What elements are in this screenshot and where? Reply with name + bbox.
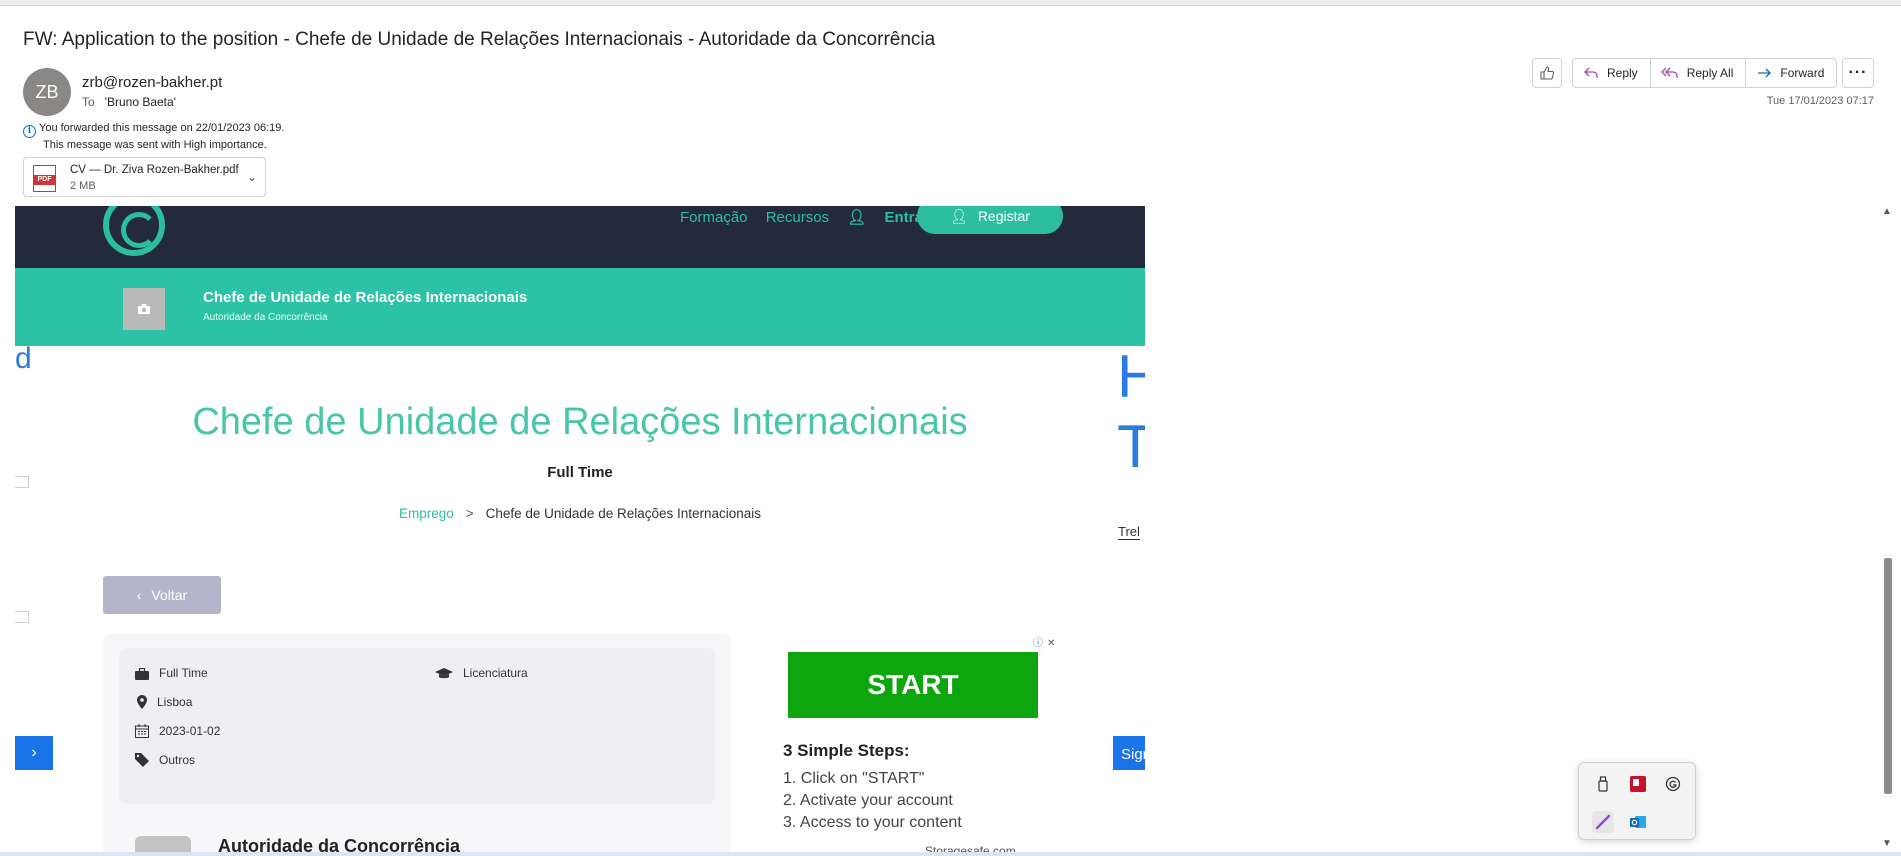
- chevron-right-icon: ›: [31, 744, 37, 761]
- side-widget-left-text: d: [15, 342, 32, 375]
- map-pin-icon: [137, 695, 147, 709]
- ad-step: 2. Activate your account: [783, 792, 953, 809]
- ad-start-button[interactable]: START: [788, 652, 1038, 718]
- attachment-card[interactable]: PDF CV — Dr. Ziva Rozen-Bakher.pdf 2 MB …: [23, 157, 266, 197]
- scroll-up-arrow[interactable]: ▲: [1882, 206, 1892, 217]
- chevron-left-icon: ‹: [136, 587, 142, 603]
- side-widget-left-next-button[interactable]: ›: [15, 736, 53, 770]
- window-top-edge: [0, 0, 1901, 6]
- pdf-app-icon[interactable]: [1627, 773, 1649, 795]
- breadcrumb-emprego[interactable]: Emprego: [399, 506, 454, 521]
- ad-title: 3 Simple Steps:: [783, 741, 910, 760]
- forward-info-text: You forwarded this message on 22/01/2023…: [39, 122, 285, 134]
- grammarly-icon[interactable]: [1662, 773, 1684, 795]
- side-widget-right-link[interactable]: Trel: [1118, 524, 1140, 540]
- pdf-file-icon: PDF: [33, 165, 56, 192]
- ad-step: 1. Click on "START": [783, 770, 925, 787]
- briefcase-icon: [135, 667, 149, 680]
- email-body: Formação Recursos 👤︎ Entrar 👤︎ Registar C…: [15, 206, 1145, 856]
- outlook-icon[interactable]: [1627, 811, 1649, 833]
- voltar-button[interactable]: ‹ Voltar: [103, 576, 221, 614]
- reply-all-icon: [1660, 67, 1678, 78]
- detail-education: Licenciatura: [435, 666, 528, 680]
- attachment-size: 2 MB: [70, 180, 96, 192]
- company-logo-placeholder: [123, 288, 165, 330]
- attachment-name: CV — Dr. Ziva Rozen-Bakher.pdf: [70, 164, 239, 176]
- more-options-button[interactable]: ···: [1842, 58, 1874, 88]
- nav-recursos[interactable]: Recursos: [766, 209, 829, 226]
- forward-button[interactable]: Forward: [1746, 59, 1836, 87]
- sender-avatar[interactable]: ZB: [23, 68, 71, 116]
- breadcrumb-current: Chefe de Unidade de Relações Internacion…: [485, 506, 762, 521]
- forward-icon: [1758, 68, 1772, 78]
- band-company: Autoridade da Concorrência: [203, 312, 328, 323]
- chevron-down-icon[interactable]: ⌄: [247, 170, 257, 184]
- ad-step: 3. Access to your content: [783, 814, 962, 831]
- detail-type: Full Time: [135, 666, 208, 680]
- job-title: Chefe de Unidade de Relações Internacion…: [192, 401, 968, 443]
- recipient-name[interactable]: 'Bruno Baeta': [105, 95, 176, 109]
- breadcrumb: Emprego > Chefe de Unidade de Relações Int…: [15, 506, 1145, 521]
- reply-icon: [1584, 67, 1598, 78]
- job-type: Full Time: [547, 464, 613, 481]
- pen-icon[interactable]: [1592, 811, 1614, 833]
- info-icon: i: [23, 125, 36, 138]
- recipient-row: To 'Bruno Baeta': [82, 95, 176, 109]
- detail-location: Lisboa: [137, 695, 192, 709]
- band-job-title: Chefe de Unidade de Relações Internacion…: [203, 289, 528, 306]
- received-date: Tue 17/01/2023 07:17: [1766, 95, 1874, 107]
- like-button[interactable]: [1532, 58, 1562, 88]
- registar-button[interactable]: 👤︎ Registar: [917, 206, 1063, 234]
- ad-close-icon[interactable]: ✕: [1047, 638, 1055, 649]
- usb-drive-icon[interactable]: [1592, 773, 1614, 795]
- tag-icon: [135, 753, 149, 767]
- camera-icon: [138, 304, 150, 314]
- sender-address[interactable]: zrb@rozen-bakher.pt: [82, 74, 222, 91]
- window-bottom-edge: [0, 852, 1901, 856]
- side-widget-left-checkbox[interactable]: [15, 611, 29, 623]
- detail-date: 2023-01-02: [135, 724, 220, 738]
- job-header-band: [15, 268, 1145, 346]
- calendar-icon: [135, 724, 149, 738]
- importance-info-text: This message was sent with High importan…: [43, 139, 267, 151]
- scrollbar-thumb[interactable]: [1884, 558, 1892, 794]
- ad-info-icon: ⓘ: [1033, 638, 1043, 649]
- user-icon: 👤︎: [847, 209, 867, 226]
- system-tray-overflow: [1578, 762, 1696, 840]
- reply-all-button[interactable]: Reply All: [1651, 59, 1747, 87]
- to-label: To: [82, 95, 95, 109]
- reply-button[interactable]: Reply: [1573, 59, 1651, 87]
- message-info: i You forwarded this message on 22/01/202…: [23, 121, 284, 152]
- email-subject: FW: Application to the position - Chefe …: [23, 29, 936, 50]
- side-widget-right-button[interactable]: Sign: [1113, 736, 1145, 770]
- scroll-down-arrow[interactable]: ▼: [1882, 838, 1892, 849]
- site-nav-links: Formação Recursos 👤︎ Entrar: [680, 208, 957, 226]
- detail-category: Outros: [135, 753, 195, 767]
- thumbs-up-icon: [1540, 66, 1555, 80]
- graduation-cap-icon: [435, 668, 453, 679]
- message-actions: Reply Reply All Forward: [1572, 58, 1838, 88]
- breadcrumb-separator: >: [465, 506, 474, 521]
- ad-choices[interactable]: ⓘ ✕: [1033, 634, 1065, 649]
- nav-formacao[interactable]: Formação: [680, 209, 748, 226]
- user-plus-icon: 👤︎: [950, 207, 968, 224]
